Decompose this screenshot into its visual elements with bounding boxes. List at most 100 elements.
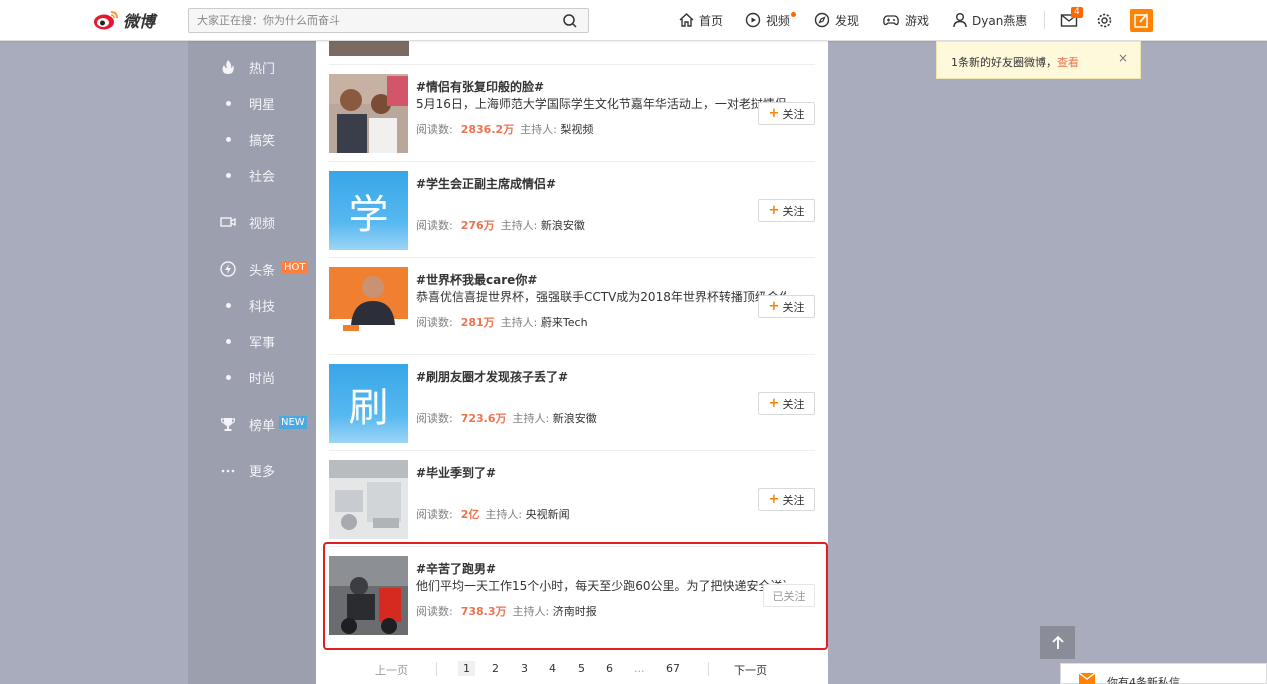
- follow-button[interactable]: + 关注: [758, 488, 815, 511]
- follow-button[interactable]: + 关注: [758, 392, 815, 415]
- follow-button[interactable]: + 关注: [758, 295, 815, 318]
- host-name[interactable]: 新浪安徽: [541, 219, 585, 232]
- follow-label: 关注: [782, 493, 805, 507]
- page-link[interactable]: 4: [549, 662, 556, 675]
- nav-video[interactable]: 视频: [745, 10, 790, 30]
- nav-profile[interactable]: Dyan燕惠: [952, 10, 1027, 30]
- plus-icon: +: [768, 203, 780, 218]
- topic-thumbnail[interactable]: [329, 556, 408, 635]
- sidebar-item-military[interactable]: 军事: [188, 329, 316, 353]
- page-link[interactable]: 5: [578, 662, 585, 675]
- topic-thumbnail-char: 刷: [329, 364, 408, 443]
- topic-row: 学 #学生会正副主席成情侣# 阅读数: 276万 主持人: 新浪安徽 + 关注: [316, 163, 828, 259]
- topic-meta: 阅读数: 738.3万 主持人: 济南时报: [416, 603, 597, 619]
- topic-title[interactable]: #世界杯我最care你#: [416, 271, 537, 288]
- host-name[interactable]: 央视新闻: [526, 508, 570, 521]
- topic-title[interactable]: #毕业季到了#: [416, 464, 496, 481]
- topic-description: 恭喜优信喜提世界杯，强强联手CCTV成为2018年世界杯转播顶级合作伙伴！: [416, 290, 786, 304]
- prev-page-link[interactable]: 上一页: [375, 662, 408, 678]
- host-label: 主持人:: [500, 316, 538, 329]
- sidebar-item-funny[interactable]: 搞笑: [188, 127, 316, 151]
- sidebar-item-label: 搞笑: [249, 134, 276, 149]
- nav-home[interactable]: 首页: [678, 10, 723, 30]
- video-new-dot: [791, 12, 796, 17]
- topic-thumbnail[interactable]: 刷: [329, 364, 408, 443]
- sidebar-item-more[interactable]: 更多: [188, 458, 316, 482]
- sidebar-item-fashion[interactable]: 时尚: [188, 365, 316, 389]
- ellipsis-icon: [221, 469, 235, 473]
- back-to-top-button[interactable]: [1040, 626, 1075, 659]
- compose-button[interactable]: [1130, 9, 1153, 32]
- nav-games[interactable]: 游戏: [881, 10, 929, 30]
- sidebar-item-tech[interactable]: 科技: [188, 293, 316, 317]
- topic-meta: 阅读数: 281万 主持人: 蔚来Tech: [416, 314, 588, 330]
- host-name[interactable]: 蔚来Tech: [541, 316, 588, 329]
- topic-title[interactable]: #刷朋友圈才发现孩子丢了#: [416, 368, 568, 385]
- reads-label: 阅读数:: [416, 605, 453, 618]
- pager-divider: [436, 662, 437, 676]
- bullet-icon: [226, 101, 231, 106]
- topic-meta: 阅读数: 723.6万 主持人: 新浪安徽: [416, 410, 597, 426]
- page-link[interactable]: 6: [606, 662, 613, 675]
- sidebar-item-celebrity[interactable]: 明星: [188, 91, 316, 115]
- topic-row: #情侣有张复印般的脸# 5月16日，上海师范大学国际学生文化节嘉年华活动上，一对…: [316, 66, 828, 162]
- page-link-current[interactable]: 1: [458, 661, 475, 676]
- host-name[interactable]: 济南时报: [553, 605, 597, 618]
- gamepad-icon: [883, 15, 899, 26]
- bullet-icon: [226, 303, 231, 308]
- follow-button[interactable]: + 关注: [758, 102, 815, 125]
- bullet-icon: [226, 375, 231, 380]
- topic-thumbnail[interactable]: [329, 267, 408, 346]
- topic-title[interactable]: #情侣有张复印般的脸#: [416, 78, 544, 95]
- nav-discover[interactable]: 发现: [814, 10, 859, 30]
- row-divider: [329, 257, 815, 258]
- gear-icon: [1097, 13, 1112, 27]
- page-link-last[interactable]: 67: [666, 662, 680, 675]
- reads-count: 738.3万: [460, 605, 507, 618]
- topic-thumbnail[interactable]: [329, 460, 408, 539]
- home-icon: [679, 13, 694, 27]
- host-name[interactable]: 新浪安徽: [553, 412, 597, 425]
- sidebar-item-label: 科技: [249, 300, 276, 315]
- sidebar-item-video[interactable]: 视频: [188, 210, 316, 234]
- reads-count: 2亿: [460, 508, 480, 521]
- settings-button[interactable]: [1096, 10, 1117, 30]
- page-link[interactable]: 3: [521, 662, 528, 675]
- host-label: 主持人:: [512, 412, 550, 425]
- sidebar-item-headlines[interactable]: 头条 HOT: [188, 257, 316, 281]
- follow-label: 关注: [782, 204, 805, 218]
- nav-games-label: 游戏: [905, 13, 930, 28]
- weibo-logo[interactable]: 微博: [93, 8, 155, 32]
- page-link[interactable]: 2: [492, 662, 499, 675]
- topic-thumbnail[interactable]: 学: [329, 171, 408, 250]
- search-input[interactable]: [189, 9, 549, 32]
- reads-count: 2836.2万: [460, 123, 515, 136]
- sidebar-item-hot[interactable]: 热门: [188, 55, 316, 79]
- weibo-eye-icon: [93, 9, 119, 31]
- notice-view-link[interactable]: 查看: [1057, 56, 1079, 69]
- sidebar-item-label: 军事: [249, 336, 276, 351]
- topic-row: #辛苦了跑男# 他们平均一天工作15个小时，每天至少跑60公里。为了把快递安全送…: [316, 548, 828, 644]
- search-icon[interactable]: [562, 13, 578, 32]
- message-count-badge: 4: [1071, 7, 1083, 18]
- host-label: 主持人:: [485, 508, 523, 521]
- host-name[interactable]: 梨视频: [560, 123, 593, 136]
- sidebar-item-society[interactable]: 社会: [188, 163, 316, 187]
- next-page-link[interactable]: 下一页: [734, 662, 767, 678]
- private-message-bar[interactable]: 你有4条新私信: [1060, 663, 1267, 684]
- followed-button[interactable]: 已关注: [763, 584, 815, 607]
- topic-title[interactable]: #辛苦了跑男#: [416, 560, 496, 577]
- nav-profile-label: Dyan燕惠: [972, 13, 1028, 28]
- topic-thumbnail[interactable]: [329, 74, 408, 153]
- close-icon[interactable]: ×: [1118, 51, 1128, 65]
- plus-icon: +: [768, 492, 780, 507]
- topic-title[interactable]: #学生会正副主席成情侣#: [416, 175, 556, 192]
- sidebar-item-label: 更多: [249, 465, 276, 480]
- new-badge: NEW: [279, 416, 307, 429]
- hot-badge: HOT: [282, 261, 308, 274]
- nav-discover-label: 发现: [835, 13, 860, 28]
- sidebar-item-rankings[interactable]: 榜单 NEW: [188, 412, 316, 436]
- left-sidebar: 热门 明星 搞笑 社会 视频 头条 HOT 科技 军事 时尚 榜单 NEW 更多: [188, 41, 316, 684]
- follow-button[interactable]: + 关注: [758, 199, 815, 222]
- notice-text-wrap: 1条新的好友圈微博，查看: [951, 54, 1079, 70]
